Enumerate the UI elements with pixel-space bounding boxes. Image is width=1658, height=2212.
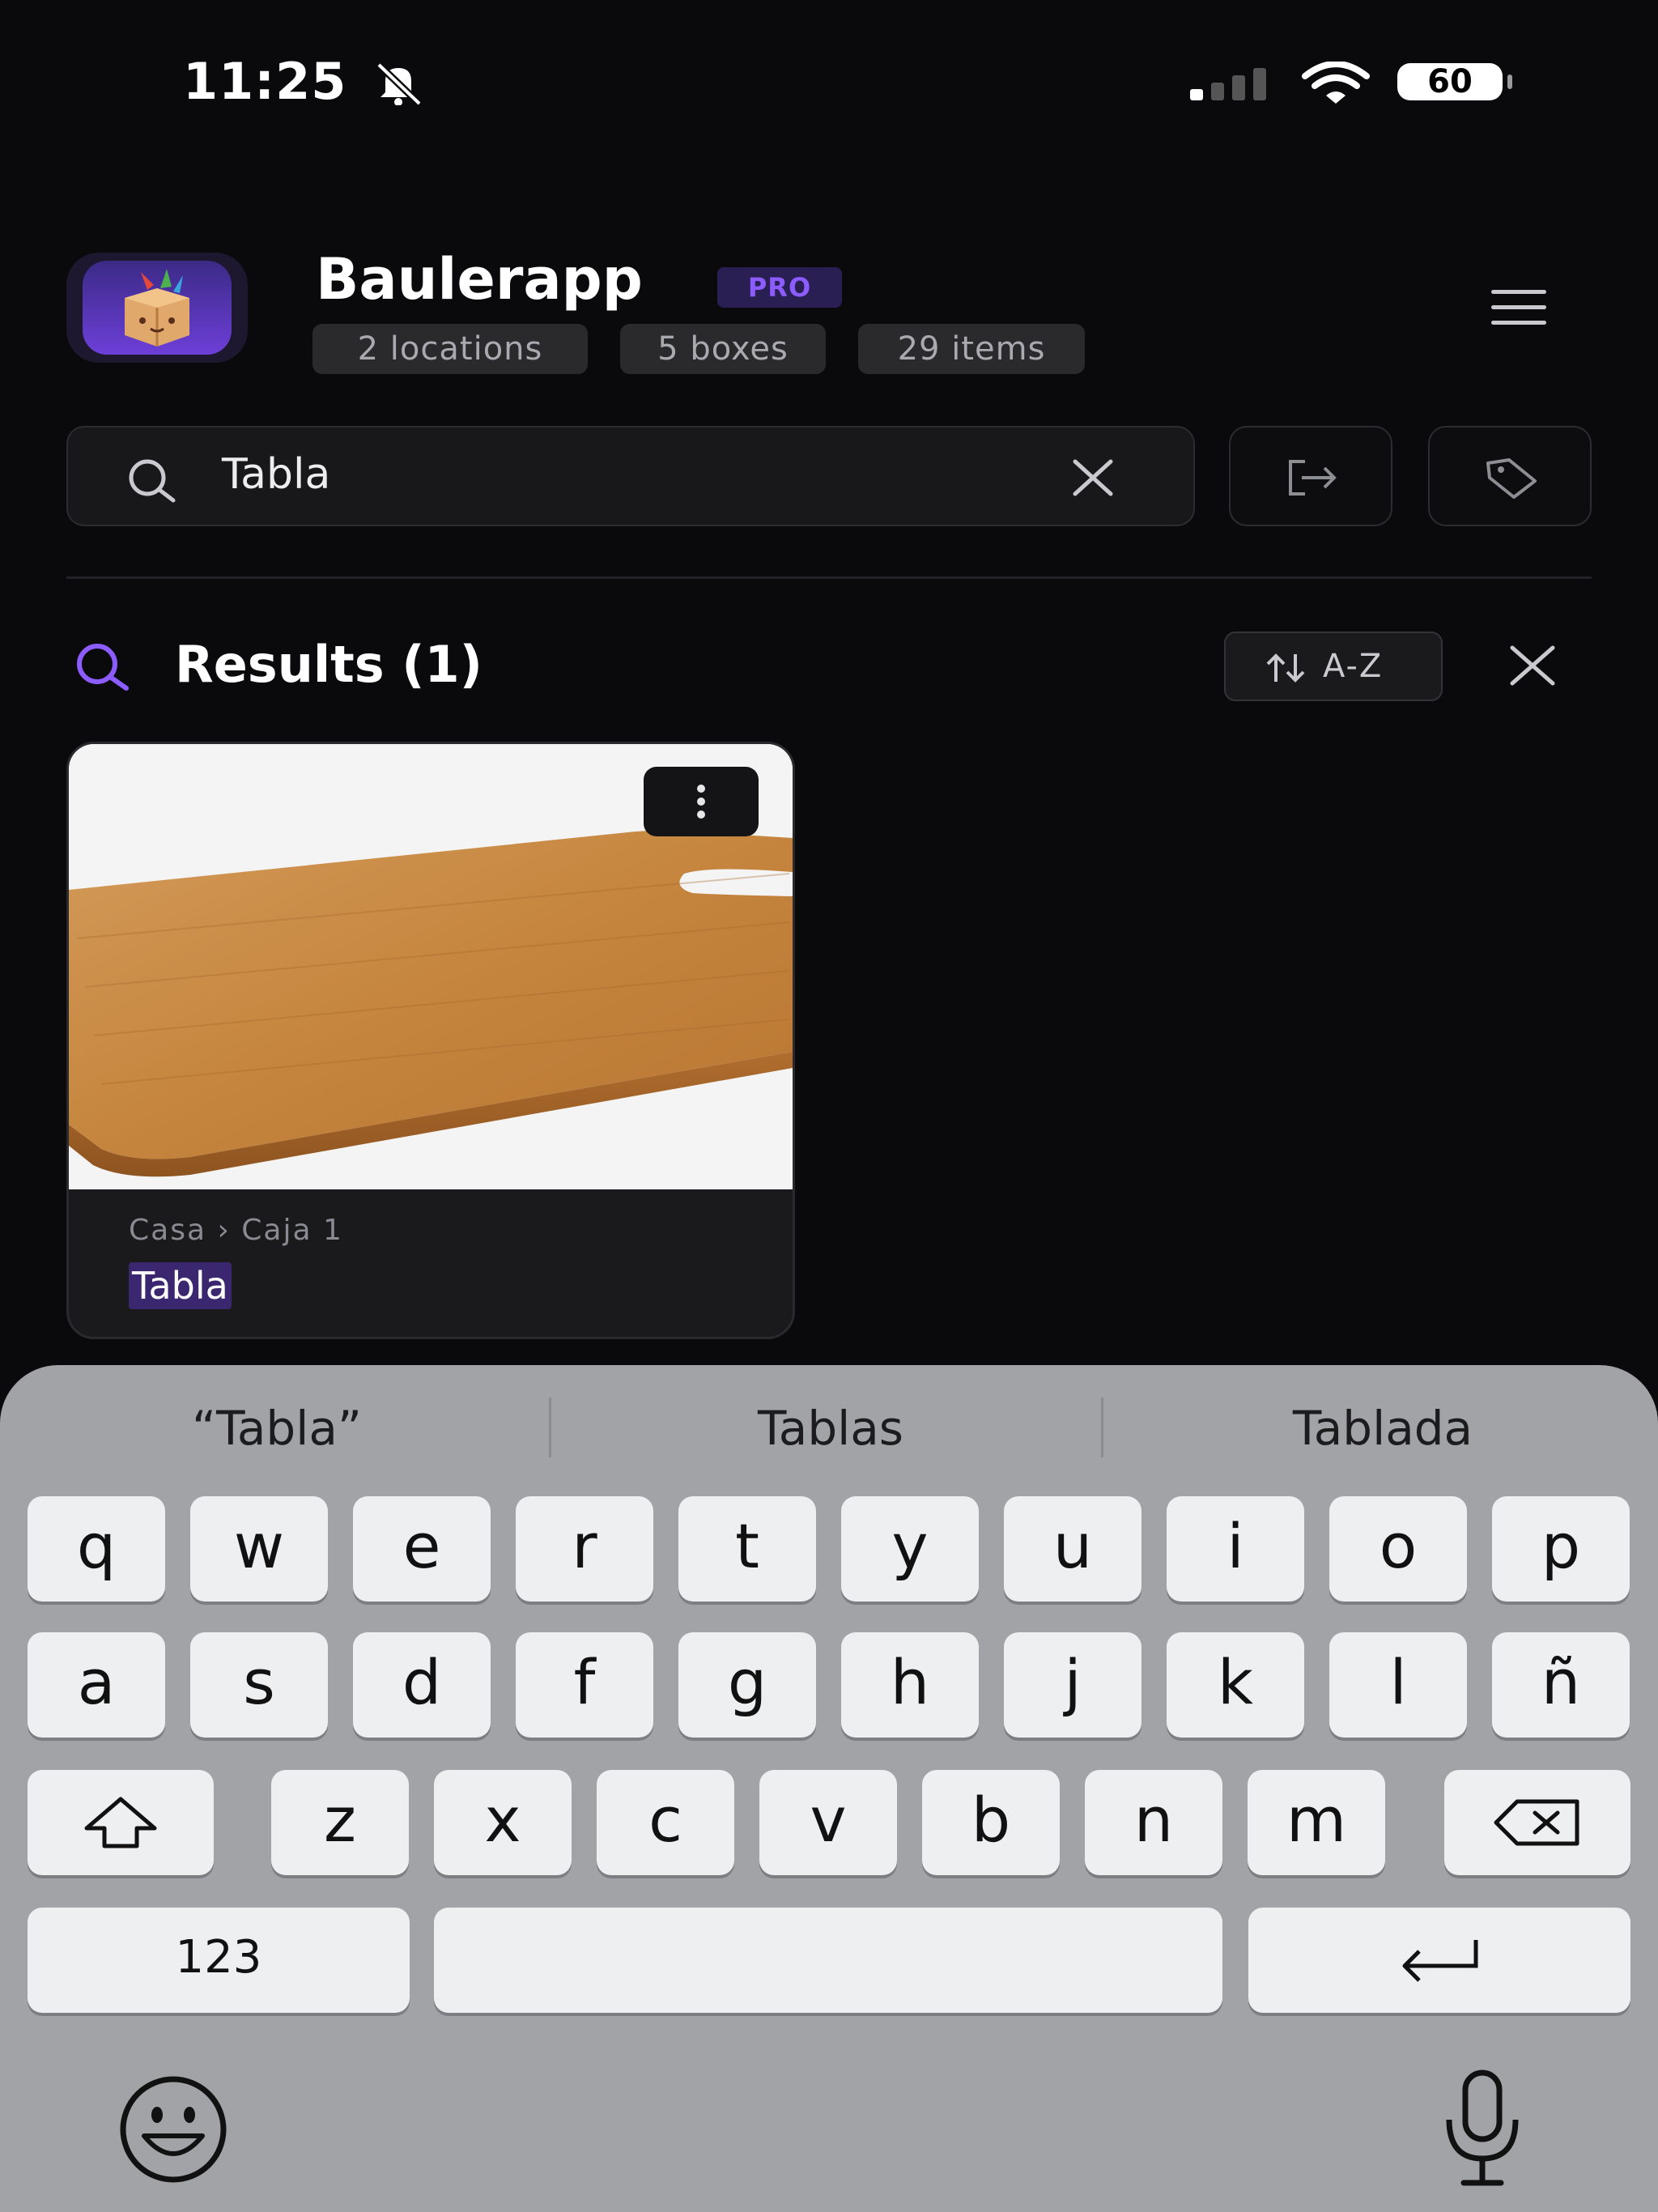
app-title: Baulerapp	[316, 246, 643, 313]
key-j[interactable]: j	[1004, 1632, 1141, 1738]
emoji-icon[interactable]	[117, 2073, 230, 2186]
key-t[interactable]: t	[678, 1496, 816, 1602]
items-count: 29 items	[858, 324, 1085, 374]
box-logo-icon	[125, 269, 189, 347]
key-w[interactable]: w	[190, 1496, 328, 1602]
battery-icon: 60	[1397, 63, 1512, 100]
key-p[interactable]: p	[1492, 1496, 1630, 1602]
boxes-count: 5 boxes	[620, 324, 826, 374]
key-m[interactable]: m	[1248, 1770, 1385, 1875]
key-y[interactable]: y	[841, 1496, 979, 1602]
results-search-icon	[77, 644, 129, 691]
backspace-icon	[1494, 1799, 1579, 1846]
on-screen-keyboard: “Tabla” Tablas Tablada q w e r t y u i o…	[0, 1365, 1658, 2212]
key-c[interactable]: c	[597, 1770, 734, 1875]
return-key[interactable]	[1248, 1908, 1630, 2013]
results-title: Results (1)	[175, 635, 483, 694]
shift-icon	[84, 1797, 157, 1848]
export-icon	[1289, 460, 1337, 496]
search-value[interactable]: Tabla	[222, 450, 330, 499]
key-h[interactable]: h	[841, 1632, 979, 1738]
key-l[interactable]: l	[1329, 1632, 1467, 1738]
suggestion-divider	[1101, 1397, 1103, 1457]
shift-key[interactable]	[28, 1770, 214, 1875]
key-u[interactable]: u	[1004, 1496, 1141, 1602]
clear-search-icon[interactable]	[1069, 455, 1117, 500]
item-location-path: Casa › Caja 1	[129, 1214, 343, 1247]
sort-label: A-Z	[1323, 648, 1384, 685]
move-out-button[interactable]	[1229, 426, 1392, 526]
key-i[interactable]: i	[1167, 1496, 1304, 1602]
key-x[interactable]: x	[434, 1770, 572, 1875]
key-n[interactable]: n	[1085, 1770, 1222, 1875]
suggestion-divider	[549, 1397, 551, 1457]
locations-count: 2 locations	[312, 324, 588, 374]
suggestion-3[interactable]: Tablada	[1124, 1401, 1642, 1456]
key-a[interactable]: a	[28, 1632, 165, 1738]
key-e[interactable]: e	[353, 1496, 491, 1602]
silent-bell-icon	[376, 62, 423, 105]
microphone-icon[interactable]	[1438, 2068, 1527, 2189]
divider	[66, 576, 1592, 579]
search-icon	[129, 459, 176, 503]
sort-icon	[1266, 653, 1305, 683]
status-time: 11:25	[183, 52, 347, 111]
key-s[interactable]: s	[190, 1632, 328, 1738]
menu-icon[interactable]	[1486, 290, 1551, 330]
key-q[interactable]: q	[28, 1496, 165, 1602]
space-key[interactable]	[434, 1908, 1222, 2013]
key-k[interactable]: k	[1167, 1632, 1304, 1738]
app-logo	[66, 253, 248, 363]
suggestion-2[interactable]: Tablas	[572, 1401, 1090, 1456]
key-n-tilde[interactable]: ñ	[1492, 1632, 1630, 1738]
close-results-icon[interactable]	[1507, 644, 1558, 687]
signal-icon	[1190, 68, 1266, 100]
tag-icon	[1486, 458, 1537, 499]
wifi-icon	[1302, 62, 1370, 104]
key-b[interactable]: b	[922, 1770, 1060, 1875]
key-v[interactable]: v	[759, 1770, 897, 1875]
key-o[interactable]: o	[1329, 1496, 1467, 1602]
numbers-key[interactable]: 123	[28, 1908, 410, 2013]
return-icon	[1402, 1940, 1478, 1982]
delete-key[interactable]	[1444, 1770, 1630, 1875]
key-f[interactable]: f	[516, 1632, 653, 1738]
search-input[interactable]: Tabla	[66, 426, 1195, 526]
more-options-button[interactable]	[644, 767, 759, 836]
pro-badge: PRO	[717, 267, 842, 308]
tags-button[interactable]	[1428, 426, 1592, 526]
suggestion-1[interactable]: “Tabla”	[18, 1401, 536, 1456]
key-z[interactable]: z	[271, 1770, 409, 1875]
key-g[interactable]: g	[678, 1632, 816, 1738]
item-name: Tabla	[129, 1262, 232, 1309]
key-d[interactable]: d	[353, 1632, 491, 1738]
key-r[interactable]: r	[516, 1496, 653, 1602]
result-card[interactable]: Casa › Caja 1 Tabla	[66, 742, 795, 1339]
sort-button[interactable]: A-Z	[1224, 632, 1443, 701]
